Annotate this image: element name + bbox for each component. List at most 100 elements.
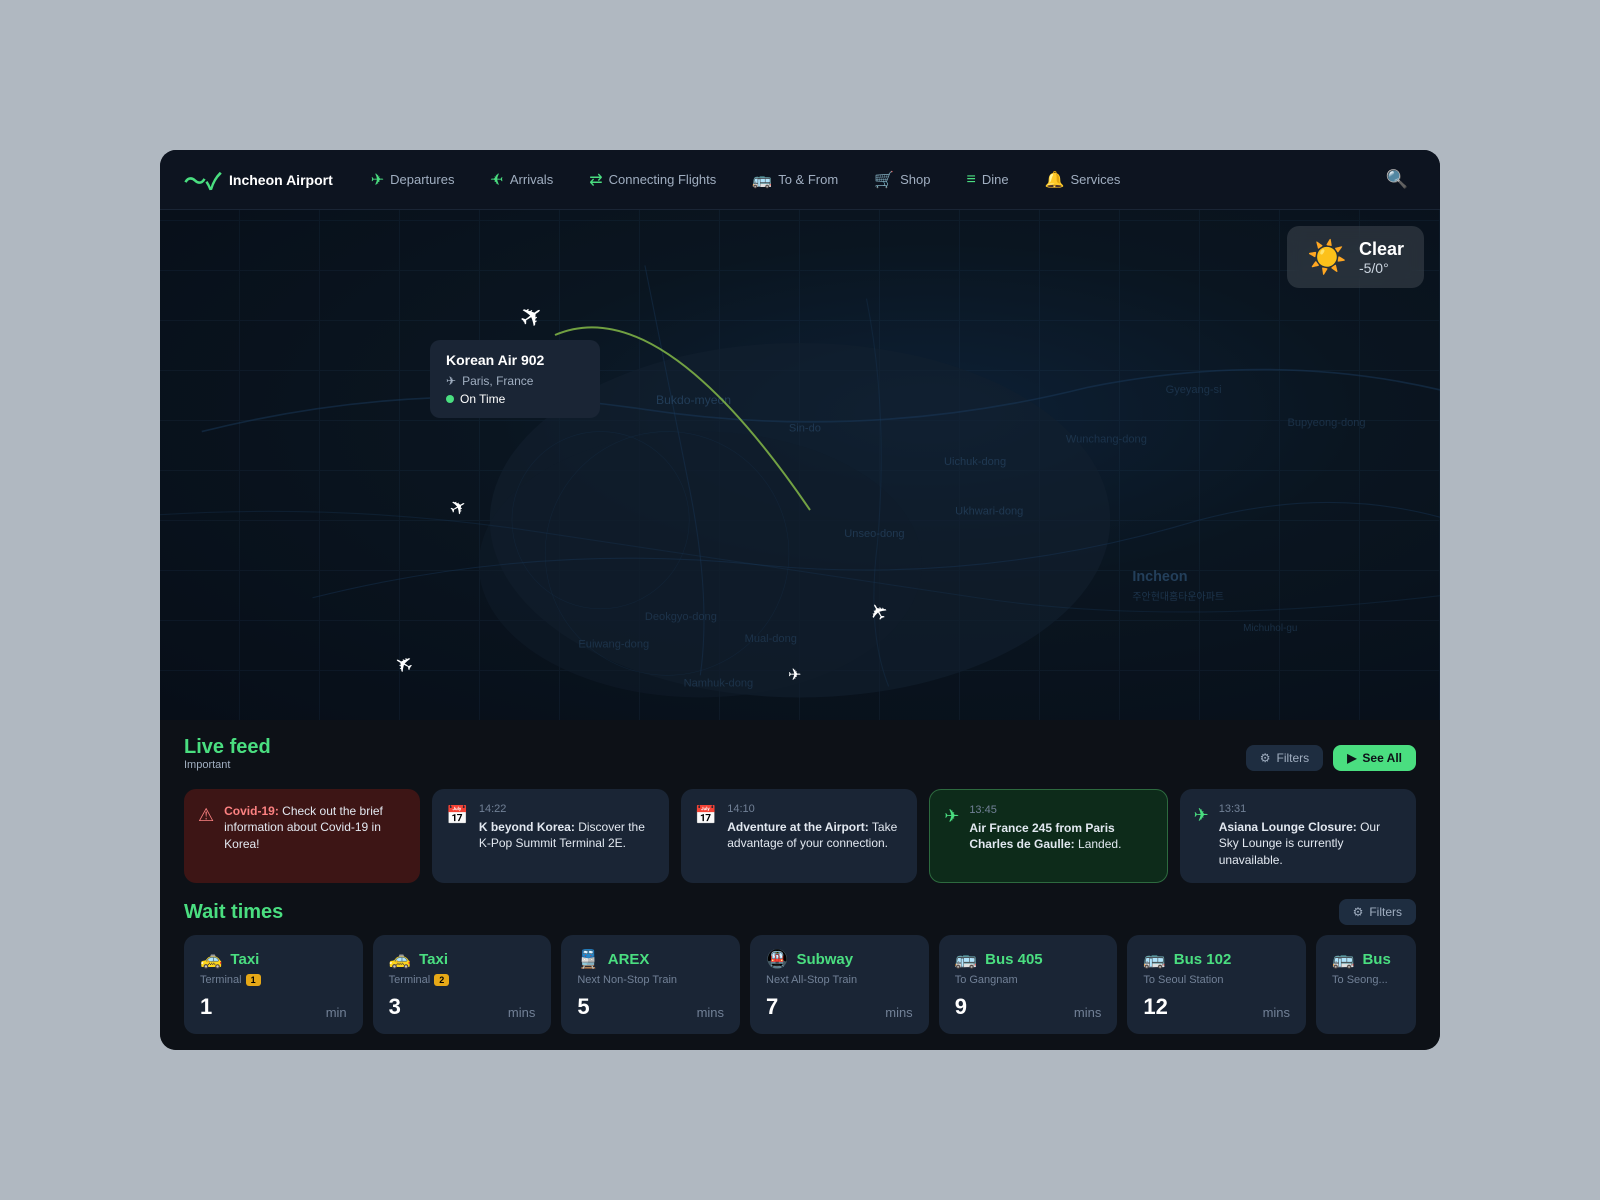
airfrance-icon: ✈ [944,806,959,827]
airfrance-body: Landed. [1078,837,1121,851]
asiana-icon: ✈ [1194,805,1209,826]
svg-text:Ukhwari-dong: Ukhwari-dong [955,506,1023,518]
wait-card-arex[interactable]: 🚆 AREX Next Non-Stop Train 5 mins [561,935,740,1034]
bus102-icon: 🚌 [1143,949,1165,970]
wait-card-bus-405[interactable]: 🚌 Bus 405 To Gangnam 9 mins [939,935,1118,1034]
wait-card-subway[interactable]: 🚇 Subway Next All-Stop Train 7 mins [750,935,929,1034]
wait-card-taxi-2[interactable]: 🚕 Taxi Terminal 2 3 mins [373,935,552,1034]
nav-item-connecting-flights[interactable]: ⇄ Connecting Flights [571,150,734,210]
connecting-icon: ⇄ [589,170,602,190]
dine-icon: ≡ [966,171,975,189]
feed-card-airfrance[interactable]: ✈ 13:45 Air France 245 from Paris Charle… [929,789,1167,883]
svg-text:Unseo-dong: Unseo-dong [844,528,904,540]
wait-cards: 🚕 Taxi Terminal 1 1 min 🚕 Taxi Ter [184,935,1416,1050]
live-feed-title: Live feed [184,736,271,759]
kbeyond-icon: 📅 [446,805,468,826]
taxi2-terminal: 2 [434,974,449,986]
covid-highlight: Covid-19: [224,804,279,818]
taxi1-time: 1 [200,994,212,1020]
svg-text:Bukdo-myeon: Bukdo-myeon [656,393,731,407]
feed-card-covid[interactable]: ⚠ Covid-19: Check out the brief informat… [184,789,420,883]
arex-icon: 🚆 [577,949,599,970]
bus102-bottom: 12 mins [1143,994,1290,1020]
see-all-icon: ▶ [1347,751,1356,765]
bus405-bottom: 9 mins [955,994,1102,1020]
adventure-content: 14:10 Adventure at the Airport: Take adv… [727,803,903,853]
live-feed-subtitle: Important [184,759,271,771]
taxi2-icon: 🚕 [389,949,411,970]
arex-unit: mins [697,1005,724,1020]
wait-card-bus-seong[interactable]: 🚌 Bus To Seong... [1316,935,1416,1034]
svg-text:Deokgyo-dong: Deokgyo-dong [645,611,717,623]
nav-item-departures[interactable]: ✈ Departures [353,150,473,210]
flight-dest-text: Paris, France [462,374,533,388]
wait-card-taxi-1[interactable]: 🚕 Taxi Terminal 1 1 min [184,935,363,1034]
nav-item-dine[interactable]: ≡ Dine [948,150,1026,210]
live-feed-actions: ⚙ Filters ▶ See All [1246,745,1416,771]
arex-name: AREX [608,951,650,968]
wait-times-filters-button[interactable]: ⚙ Filters [1339,899,1416,925]
arex-sub: Next Non-Stop Train [577,974,724,986]
kbeyond-content: 14:22 K beyond Korea: Discover the K-Pop… [479,803,655,853]
search-button[interactable]: 🔍 [1378,169,1416,190]
live-feed-see-all-button[interactable]: ▶ See All [1333,745,1416,771]
svg-text:Wunchang-dong: Wunchang-dong [1066,434,1147,446]
nav-items: ✈ Departures ✈ Arrivals ⇄ Connecting Fli… [353,150,1378,210]
svg-text:Uichuk-dong: Uichuk-dong [944,456,1006,468]
airfrance-content: 13:45 Air France 245 from Paris Charles … [969,804,1152,854]
filter-icon: ⚙ [1260,751,1271,765]
nav-item-shop[interactable]: 🛒 Shop [856,150,948,210]
nav-label-shop: Shop [900,172,930,187]
taxi1-header: 🚕 Taxi [200,949,347,970]
bus405-unit: mins [1074,1005,1101,1020]
navbar: 〜✓ Incheon Airport ✈ Departures ✈ Arriva… [160,150,1440,210]
busseong-header: 🚌 Bus [1332,949,1400,970]
weather-widget: ☀️ Clear -5/0° [1287,226,1424,288]
see-all-label: See All [1362,751,1402,765]
bus405-sub: To Gangnam [955,974,1102,986]
busseong-sub: To Seong... [1332,974,1400,986]
bus405-name: Bus 405 [985,951,1043,968]
flight-destination: ✈ Paris, France [446,374,584,388]
wait-times-title: Wait times [184,901,283,924]
nav-item-arrivals[interactable]: ✈ Arrivals [472,150,571,210]
subway-bottom: 7 mins [766,994,913,1020]
adventure-icon: 📅 [695,805,717,826]
svg-text:Michuhol-gu: Michuhol-gu [1243,623,1297,634]
taxi2-sub: Terminal 2 [389,974,536,986]
filters-label: Filters [1277,751,1310,765]
asiana-content: 13:31 Asiana Lounge Closure: Our Sky Lou… [1219,803,1402,869]
kbeyond-bold: K beyond Korea: [479,820,575,834]
flight-dest-icon: ✈ [446,374,456,388]
kbeyond-time: 14:22 [479,803,655,815]
shop-icon: 🛒 [874,170,894,190]
flight-tooltip[interactable]: Korean Air 902 ✈ Paris, France On Time [430,340,600,418]
asiana-time: 13:31 [1219,803,1402,815]
feed-card-asiana[interactable]: ✈ 13:31 Asiana Lounge Closure: Our Sky L… [1180,789,1416,883]
nav-label-arrivals: Arrivals [510,172,553,187]
nav-item-to-from[interactable]: 🚌 To & From [734,150,856,210]
nav-item-services[interactable]: 🔔 Services [1027,150,1139,210]
feed-cards: ⚠ Covid-19: Check out the brief informat… [184,789,1416,883]
feed-card-kbeyond[interactable]: 📅 14:22 K beyond Korea: Discover the K-P… [432,789,668,883]
map-area: Bukdo-myeon Sin-do Uichuk-dong Unseo-don… [160,210,1440,720]
live-feed-filters-button[interactable]: ⚙ Filters [1246,745,1323,771]
taxi2-bottom: 3 mins [389,994,536,1020]
nav-logo[interactable]: 〜✓ Incheon Airport [184,164,333,196]
feed-card-adventure[interactable]: 📅 14:10 Adventure at the Airport: Take a… [681,789,917,883]
wait-card-bus-102[interactable]: 🚌 Bus 102 To Seoul Station 12 mins [1127,935,1306,1034]
subway-unit: mins [885,1005,912,1020]
logo-text: Incheon Airport [229,172,333,188]
arex-bottom: 5 mins [577,994,724,1020]
taxi1-unit: min [326,1005,347,1020]
nav-label-connecting: Connecting Flights [609,172,717,187]
subway-time: 7 [766,994,778,1020]
busseong-name: Bus [1362,951,1390,968]
taxi1-name: Taxi [230,951,259,968]
app-container: 〜✓ Incheon Airport ✈ Departures ✈ Arriva… [160,150,1440,1050]
svg-text:Gyeyang-si: Gyeyang-si [1166,384,1222,396]
adventure-time: 14:10 [727,803,903,815]
subway-name: Subway [796,951,853,968]
weather-icon: ☀️ [1307,238,1347,276]
weather-condition: Clear [1359,239,1404,260]
